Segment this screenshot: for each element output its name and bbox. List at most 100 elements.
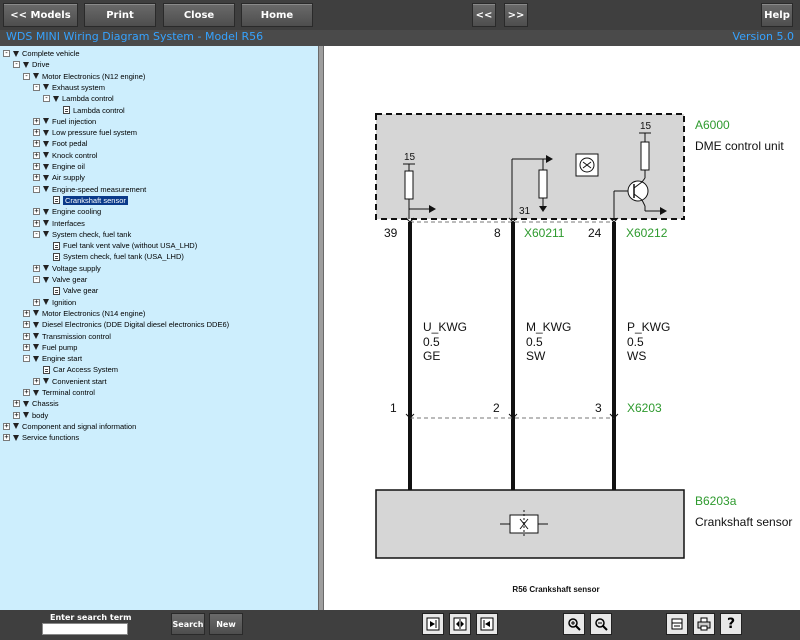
tree-node[interactable]: Valve gear: [43, 285, 98, 296]
pin-8-label: 8: [494, 226, 501, 240]
transistor-icon: [627, 180, 649, 202]
collapse-icon[interactable]: -: [33, 83, 40, 91]
folder-arrow-icon: [43, 378, 49, 385]
expand-icon[interactable]: +: [33, 129, 40, 137]
tree-node[interactable]: - System check, fuel tank: [33, 229, 131, 240]
tree-node[interactable]: - Valve gear: [33, 274, 87, 285]
tree-node[interactable]: - Drive: [13, 59, 50, 70]
expand-icon[interactable]: +: [13, 400, 20, 408]
tree-node[interactable]: Car Access System: [33, 364, 118, 375]
collapse-icon[interactable]: -: [23, 355, 30, 363]
expand-icon[interactable]: +: [33, 174, 40, 182]
expand-icon[interactable]: +: [33, 117, 40, 125]
collapse-icon[interactable]: -: [33, 230, 40, 238]
tree-node[interactable]: - Engine-speed measurement: [33, 184, 146, 195]
expand-icon[interactable]: +: [23, 343, 30, 351]
collapse-icon[interactable]: -: [23, 72, 30, 80]
tree-node[interactable]: + Engine oil: [33, 161, 85, 172]
tree-node[interactable]: + Motor Electronics (N14 engine): [23, 308, 145, 319]
close-button[interactable]: Close: [163, 3, 235, 27]
tree-node[interactable]: + Ignition: [33, 297, 76, 308]
tree-node[interactable]: + Chassis: [13, 398, 59, 409]
tree-node-label: Engine-speed measurement: [52, 184, 147, 194]
collapse-icon[interactable]: -: [43, 95, 50, 103]
tree-node[interactable]: - Lambda control: [43, 93, 114, 104]
tree-node-label: Engine oil: [52, 162, 85, 171]
expand-icon[interactable]: +: [33, 208, 40, 216]
expand-icon[interactable]: +: [33, 163, 40, 170]
tree-node[interactable]: + Transmission control: [23, 331, 111, 342]
tree-node[interactable]: + Knock control: [33, 150, 97, 161]
help-icon[interactable]: ?: [720, 613, 742, 635]
expand-icon[interactable]: +: [23, 321, 30, 329]
document-icon: [53, 252, 60, 261]
collapse-icon[interactable]: -: [33, 276, 40, 283]
print-button[interactable]: Print: [84, 3, 156, 27]
tree-node[interactable]: + Voltage supply: [33, 263, 101, 274]
expand-icon[interactable]: +: [13, 411, 20, 419]
expand-icon[interactable]: +: [3, 422, 10, 430]
tree-node[interactable]: + Diesel Electronics (DDE Digital diesel …: [23, 319, 229, 330]
zoom-out-icon[interactable]: [590, 613, 612, 635]
view-left-icon[interactable]: [422, 613, 444, 635]
tree-node[interactable]: + Interfaces: [33, 218, 85, 229]
search-input[interactable]: [42, 623, 128, 635]
folder-arrow-icon: [33, 73, 39, 80]
view-right-icon[interactable]: [476, 613, 498, 635]
tree-node-label: Diesel Electronics (DDE Digital diesel e…: [42, 320, 230, 330]
tree-node-label: System check, fuel tank (USA_LHD): [63, 252, 184, 262]
expand-icon[interactable]: +: [23, 309, 30, 317]
expand-icon[interactable]: +: [33, 219, 40, 227]
tree-node[interactable]: Lambda control: [53, 105, 125, 116]
collapse-icon[interactable]: -: [33, 185, 40, 193]
tree-node[interactable]: + Engine cooling: [33, 206, 101, 217]
tree-node[interactable]: Crankshaft sensor: [43, 195, 128, 206]
folder-arrow-icon: [33, 389, 39, 396]
collapse-icon[interactable]: -: [3, 50, 10, 57]
tree-node[interactable]: - Motor Electronics (N12 engine): [23, 71, 145, 82]
folder-arrow-icon: [33, 333, 39, 339]
print-icon[interactable]: [693, 613, 715, 635]
tree-node[interactable]: Fuel tank vent valve (without USA_LHD): [43, 240, 197, 251]
back-button[interactable]: <<: [472, 3, 496, 27]
tree-node[interactable]: + body: [13, 410, 48, 421]
tree-node[interactable]: + Foot pedal: [33, 138, 87, 149]
expand-icon[interactable]: +: [33, 151, 40, 159]
tree-node[interactable]: - Engine start: [23, 353, 82, 364]
folder-arrow-icon: [13, 423, 19, 430]
app-title: WDS MINI Wiring Diagram System - Model R…: [6, 30, 264, 43]
collapse-icon[interactable]: -: [13, 61, 20, 69]
help-button[interactable]: Help: [761, 3, 793, 27]
diagram-caption: R56 Crankshaft sensor: [512, 585, 599, 594]
expand-icon[interactable]: +: [23, 332, 30, 340]
forward-button[interactable]: >>: [504, 3, 528, 27]
tree-node[interactable]: System check, fuel tank (USA_LHD): [43, 251, 184, 262]
document-icon: [53, 196, 60, 205]
tree-node[interactable]: + Fuel pump: [23, 342, 77, 353]
tree-node[interactable]: + Convenient start: [33, 376, 107, 387]
fit-page-icon[interactable]: [666, 613, 688, 635]
new-button[interactable]: New: [209, 613, 243, 635]
tree-node[interactable]: + Component and signal information: [3, 421, 136, 432]
tree-node[interactable]: + Low pressure fuel system: [33, 127, 137, 138]
tree-node[interactable]: + Terminal control: [23, 387, 95, 398]
zoom-in-icon[interactable]: [563, 613, 585, 635]
view-center-icon[interactable]: [449, 613, 471, 635]
tree-node-label: Crankshaft sensor: [63, 195, 128, 205]
tree-node[interactable]: + Service functions: [3, 432, 79, 443]
tree-node[interactable]: - Complete vehicle: [3, 48, 80, 59]
expand-icon[interactable]: +: [23, 389, 30, 396]
models-button[interactable]: << Models: [3, 3, 78, 27]
expand-icon[interactable]: +: [33, 264, 40, 272]
folder-arrow-icon: [43, 231, 49, 238]
tree-node[interactable]: + Air supply: [33, 172, 85, 183]
expand-icon[interactable]: +: [33, 140, 40, 148]
tree-node[interactable]: - Exhaust system: [33, 82, 105, 93]
wire3-color: WS: [627, 349, 646, 363]
home-button[interactable]: Home: [241, 3, 313, 27]
expand-icon[interactable]: +: [33, 377, 40, 385]
expand-icon[interactable]: +: [3, 434, 10, 442]
search-button[interactable]: Search: [171, 613, 205, 635]
tree-node[interactable]: + Fuel injection: [33, 116, 96, 127]
expand-icon[interactable]: +: [33, 298, 40, 306]
